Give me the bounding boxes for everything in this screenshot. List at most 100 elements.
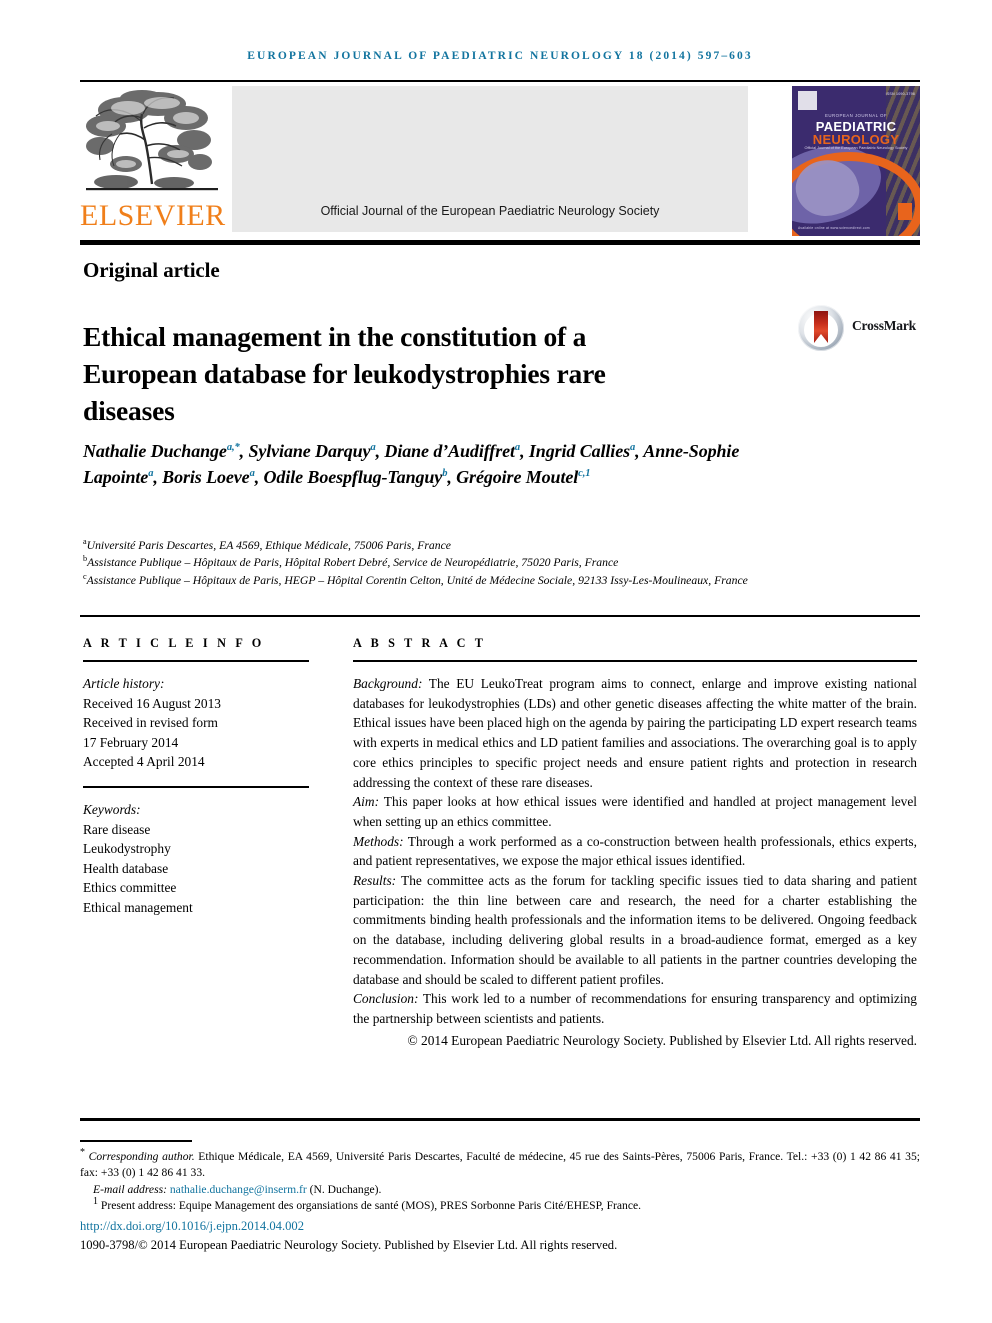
abstract-section: Aim: This paper looks at how ethical iss… [353,792,917,831]
article-info-heading-rule [83,660,309,662]
article-received: Received 16 August 2013 [83,695,221,711]
abstract-heading: A B S T R A C T [353,636,487,650]
abstract-section: Results: The committee acts as the forum… [353,871,917,989]
abstract-section-text: This work led to a number of recommendat… [353,991,917,1026]
elsevier-tree-icon [86,90,218,191]
keyword-item: Ethics committee [83,880,177,896]
abstract-section: Methods: Through a work performed as a c… [353,832,917,871]
abstract-body: Background: The EU LeukoTreat program ai… [353,674,917,1029]
cover-issn: ISSN 1090-3798 [885,92,915,96]
abstract-section: Conclusion: This work led to a number of… [353,989,917,1028]
doi-link[interactable]: http://dx.doi.org/10.1016/j.ejpn.2014.04… [80,1219,304,1233]
article-revised-date: 17 February 2014 [83,734,179,750]
crossmark-label: CrossMark [852,318,916,333]
cover-elsevier-mark-icon [798,91,817,110]
affiliation-mark: a [83,537,87,547]
abstract-section-label: Aim: [353,794,380,810]
abstract-section-text: This paper looks at how ethical issues w… [353,794,917,829]
elsevier-wordmark: ELSEVIER [80,199,226,232]
email-note: E-mail address: nathalie.duchange@inserm… [80,1182,920,1199]
sciencedirect-panel: Official Journal of the European Paediat… [232,86,748,232]
present-address-note: 1 Present address: Equipe Management des… [80,1196,920,1215]
keyword-item: Health database [83,860,169,876]
corresponding-author-note: * Corresponding author. Ethique Médicale… [80,1146,920,1182]
keywords-label: Keywords: [83,801,141,817]
article-type-label: Original article [83,258,220,282]
author-affiliation-mark: a,* [226,442,240,453]
author-affiliation-mark: a [514,442,521,453]
abstract-section-text: The EU LeukoTreat program aims to connec… [353,676,917,790]
author-name: Sylviane Darquy [248,441,371,461]
running-head: EUROPEAN JOURNAL OF PAEDIATRIC NEUROLOGY… [247,50,753,62]
affiliation-mark: c [83,571,87,581]
elsevier-logo: ELSEVIER [80,86,225,236]
article-info-column: A R T I C L E I N F O Article history: R… [83,636,309,918]
author-affiliation-mark: a [148,468,154,479]
abstract-section-label: Conclusion: [353,991,419,1007]
author-affiliation-mark: a [249,468,255,479]
affiliation-list: aUniversité Paris Descartes, EA 4569, Et… [83,537,923,589]
footnote-separator-rule [80,1140,192,1142]
author-affiliation-mark: c,1 [578,468,591,479]
cover-footer-note: Available online at www.sciencedirect.co… [798,226,870,230]
author-list: Nathalie Duchangea,*, Sylviane Darquya, … [83,441,740,487]
doi-line: http://dx.doi.org/10.1016/j.ejpn.2014.04… [80,1217,920,1235]
corresponding-author-address: Ethique Médicale, EA 4569, Université Pa… [80,1149,920,1180]
author-name: Odile Boespflug-Tanguy [263,467,443,487]
keywords-block: Keywords: Rare disease Leukodystrophy Heal… [83,800,309,918]
masthead: ELSEVIER Official Journal of the Europea… [80,86,920,236]
abstract-copyright: © 2014 European Paediatric Neurology Soc… [407,1032,917,1048]
journal-cover-thumbnail: ISSN 1090-3798 EUROPEAN JOURNAL OF PAEDI… [792,86,920,236]
keywords-divider-rule [83,785,309,788]
journal-article-first-page: EUROPEAN JOURNAL OF PAEDIATRIC NEUROLOGY… [0,0,992,1323]
affiliation-item: bAssistance Publique – Hôpitaux de Paris… [83,554,619,570]
footnotes: * Corresponding author. Ethique Médicale… [80,1140,920,1254]
cover-subtitle: Official Journal of the European Paediat… [804,146,908,150]
abstract-section: Background: The EU LeukoTreat program ai… [353,674,917,792]
keyword-list: Rare disease Leukodystrophy Health databas… [83,820,309,918]
cover-title-line2: NEUROLOGY [812,132,900,147]
header-rule [80,80,920,82]
corresponding-author-label: Corresponding author. [88,1149,195,1163]
email-suffix: (N. Duchange). [306,1182,382,1196]
abstract-section-text: Through a work performed as a co-constru… [353,833,917,869]
crossmark-icon [798,305,844,351]
page-title: Ethical management in the constitution o… [83,321,606,427]
author-affiliation-mark: a [370,442,376,453]
abstract-section-label: Methods: [353,833,404,849]
present-address-mark: 1 [93,1196,98,1208]
abstract-section-label: Results: [353,873,397,889]
author-affiliation-mark: b [442,468,448,479]
masthead-bottom-rule [80,240,920,245]
cover-publisher-badge-icon [898,203,912,220]
info-section-top-rule [80,615,920,617]
issn-copyright-line: 1090-3798/© 2014 European Paediatric Neu… [80,1237,618,1252]
abstract-heading-rule [353,660,917,662]
article-history: Article history: Received 16 August 2013… [83,674,309,772]
corresponding-author-mark: * [80,1146,85,1158]
crossmark-badge[interactable]: CrossMark [798,303,918,353]
affiliation-item: cAssistance Publique – Hôpitaux de Paris… [83,571,748,587]
affiliation-item: aUniversité Paris Descartes, EA 4569, Et… [83,537,451,552]
affiliation-mark: b [83,554,88,564]
email-label: E-mail address: [93,1182,167,1196]
author-name: Diane d’Audiffret [384,441,515,461]
author-affiliation-mark: a [630,442,636,453]
author-name: Boris Loeve [162,467,250,487]
sciencedirect-caption: Official Journal of the European Paediat… [320,204,660,218]
article-history-label: Article history: [83,676,165,691]
article-accepted: Accepted 4 April 2014 [83,754,205,770]
present-address-text: Present address: Equipe Management des o… [100,1199,642,1213]
abstract-column: A B S T R A C T Background: The EU Leuko… [353,636,917,1050]
keyword-item: Leukodystrophy [83,841,171,857]
keyword-item: Rare disease [83,821,151,837]
keyword-item: Ethical management [83,899,193,915]
email-link[interactable]: nathalie.duchange@inserm.fr [170,1183,307,1196]
article-info-heading: A R T I C L E I N F O [83,636,265,650]
article-revised-label: Received in revised form [83,715,218,731]
abstract-section-label: Background: [353,676,423,691]
abstract-section-text: The committee acts as the forum for tack… [353,873,917,987]
footnotes-top-rule [80,1118,920,1121]
author-name: Nathalie Duchange [83,441,227,461]
cover-supertitle: EUROPEAN JOURNAL OF [824,113,888,118]
